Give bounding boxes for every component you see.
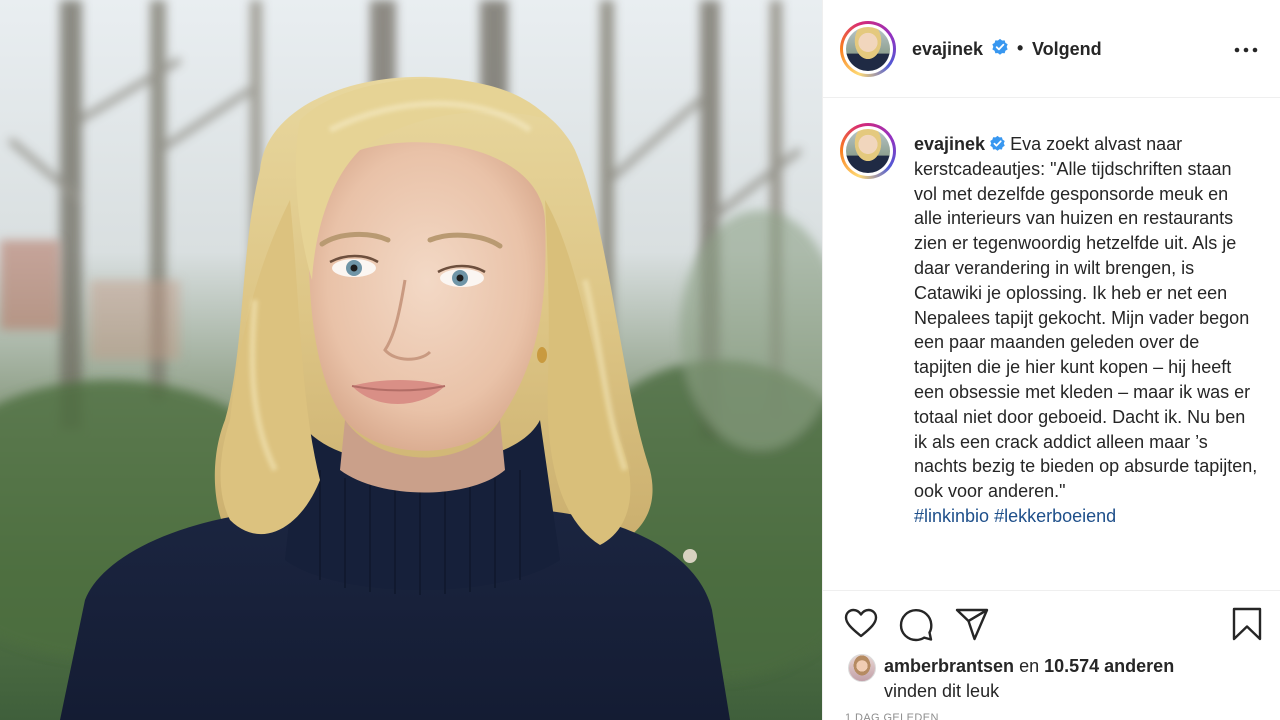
share-icon <box>955 608 989 641</box>
verified-badge-icon <box>992 38 1008 55</box>
action-bar <box>823 600 1280 648</box>
save-button[interactable] <box>1227 604 1267 644</box>
likes-count[interactable]: 10.574 anderen <box>1044 656 1174 676</box>
comment-icon <box>899 608 933 642</box>
portrait-photo <box>0 0 822 720</box>
likes-connector: en <box>1019 656 1040 676</box>
liker-avatar[interactable] <box>848 654 876 682</box>
caption-section: evajinek Eva zoekt alvast naar kerstcadea… <box>823 99 1280 591</box>
likes-text: amberbrantsen en 10.574 anderen vinden d… <box>884 654 1254 703</box>
post-timestamp[interactable]: 1 DAG GELEDEN <box>845 712 939 720</box>
comment-button[interactable] <box>896 604 936 644</box>
likes-summary: amberbrantsen en 10.574 anderen vinden d… <box>823 650 1280 710</box>
post-photo[interactable] <box>0 0 822 720</box>
post-side-panel: evajinek • Volgend evajinek Eva zoekt alv… <box>822 0 1280 720</box>
likes-suffix: vinden dit leuk <box>884 680 1000 701</box>
heart-icon <box>844 608 878 638</box>
follow-status-button[interactable]: Volgend <box>1032 39 1102 60</box>
header-separator: • <box>1017 38 1024 58</box>
liker-username[interactable]: amberbrantsen <box>884 656 1014 676</box>
caption-text: evajinek Eva zoekt alvast naar kerstcadea… <box>914 132 1259 529</box>
like-button[interactable] <box>841 604 881 644</box>
caption-body: Eva zoekt alvast naar kerstcadeautjes: "… <box>914 134 1258 502</box>
more-horizontal-icon[interactable] <box>1231 40 1261 60</box>
share-button[interactable] <box>952 604 992 644</box>
hashtag-link[interactable]: #linkinbio <box>914 506 989 526</box>
bookmark-icon <box>1232 607 1262 641</box>
post-header: evajinek • Volgend <box>823 0 1280 98</box>
author-username[interactable]: evajinek <box>912 39 983 60</box>
caption-author-avatar[interactable] <box>840 123 896 179</box>
verified-badge-icon <box>990 135 1005 151</box>
hashtag-link[interactable]: #lekkerboeiend <box>994 506 1116 526</box>
caption-username[interactable]: evajinek <box>914 134 985 154</box>
author-avatar[interactable] <box>840 21 896 77</box>
